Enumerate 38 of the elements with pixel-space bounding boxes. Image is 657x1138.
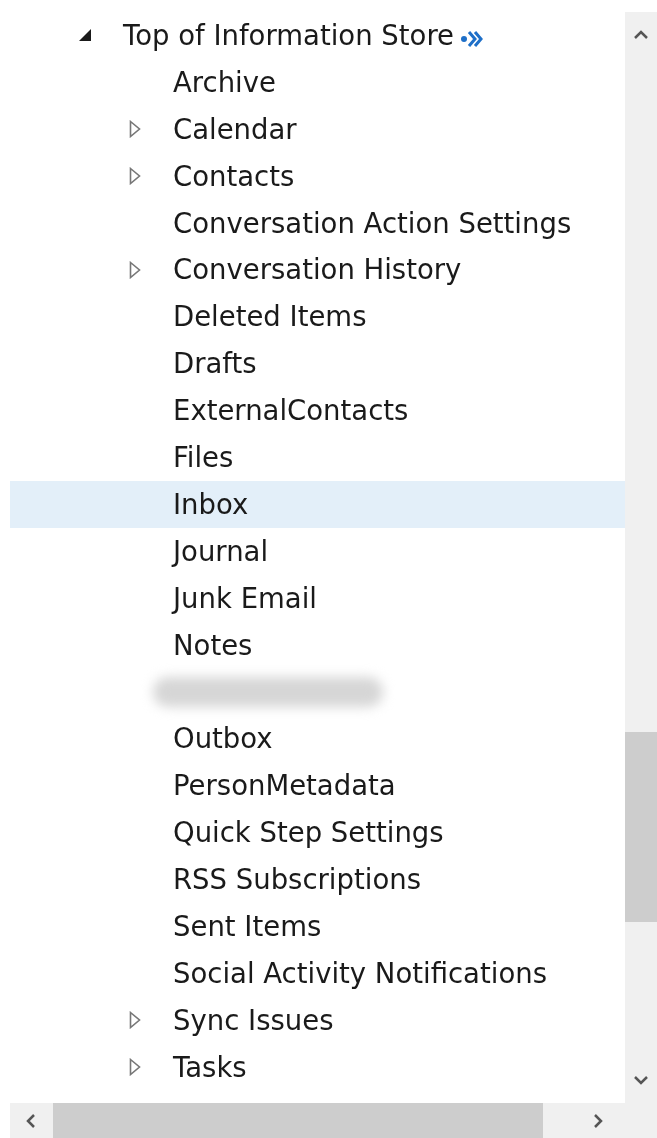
collapse-arrow-icon[interactable] xyxy=(78,28,92,43)
folder-label[interactable]: Journal xyxy=(173,534,269,568)
scrollbar-thumb[interactable] xyxy=(625,732,657,922)
folder-label[interactable]: Social Activity Notifications xyxy=(173,956,547,990)
scroll-up-icon[interactable] xyxy=(633,30,649,40)
folder-label[interactable]: Tasks xyxy=(173,1050,247,1084)
folder-label[interactable]: Outbox xyxy=(173,722,273,756)
folder-label[interactable]: Sync Issues xyxy=(173,1003,334,1037)
scroll-down-icon[interactable] xyxy=(633,1075,649,1085)
folder-label[interactable]: Quick Step Settings xyxy=(173,816,444,850)
folder-label[interactable]: Archive xyxy=(173,65,276,99)
folder-label[interactable]: Junk Email xyxy=(173,581,317,615)
folder-label[interactable]: Calendar xyxy=(173,112,297,146)
folder-label[interactable]: RSS Subscriptions xyxy=(173,862,421,896)
folder-label[interactable]: Conversation Action Settings xyxy=(173,206,572,240)
folder-label[interactable]: ExternalContacts xyxy=(173,394,409,428)
scroll-right-icon[interactable] xyxy=(593,1112,603,1129)
selected-row-highlight[interactable]: Inbox xyxy=(10,480,625,528)
folder-label[interactable]: Notes xyxy=(173,628,253,662)
horizontal-scrollbar[interactable] xyxy=(10,1103,625,1138)
scroll-left-icon[interactable] xyxy=(26,1112,36,1129)
folder-label[interactable]: Top of Information Store xyxy=(123,18,454,52)
folder-label[interactable]: Conversation History xyxy=(173,253,462,287)
vertical-scrollbar[interactable] xyxy=(625,12,657,1103)
folder-label[interactable]: Deleted Items xyxy=(173,300,367,334)
folder-label[interactable]: Drafts xyxy=(173,347,257,381)
folder-label[interactable]: Sent Items xyxy=(173,909,322,943)
expand-arrow-icon[interactable] xyxy=(129,1058,141,1077)
folder-label[interactable]: Files xyxy=(173,440,234,474)
sync-icon xyxy=(460,29,486,50)
scrollbar-thumb[interactable] xyxy=(53,1103,543,1138)
expand-arrow-icon[interactable] xyxy=(129,1011,141,1030)
folder-label[interactable]: Inbox xyxy=(173,487,249,521)
expand-arrow-icon[interactable] xyxy=(129,260,141,279)
folder-label[interactable]: PersonMetadata xyxy=(173,769,396,803)
expand-arrow-icon[interactable] xyxy=(129,167,141,186)
folder-label[interactable]: Contacts xyxy=(173,159,295,193)
expand-arrow-icon[interactable] xyxy=(129,120,141,139)
